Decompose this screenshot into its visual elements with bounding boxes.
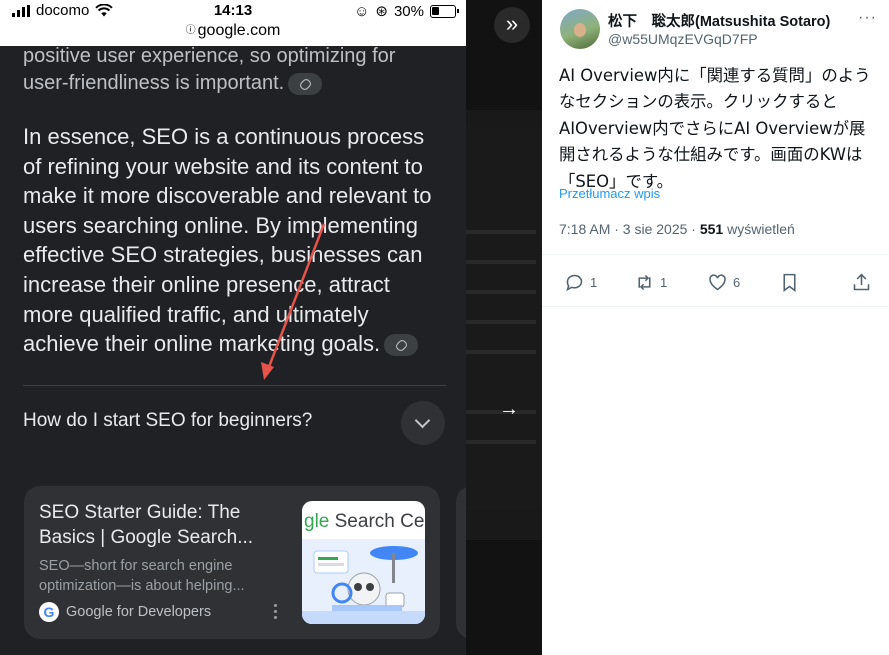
repost-count: 1 [660,275,668,290]
divider [542,254,889,255]
source-name: Google for Developers [66,604,212,620]
source-card[interactable]: SEO Starter Guide: The Basics | Google S… [24,486,440,639]
expand-question-chevron-icon[interactable] [401,401,445,445]
media-viewer-gutter: » → [466,0,542,655]
next-image-arrow-icon[interactable]: → [492,393,526,427]
divider [542,306,889,307]
reply-count: 1 [590,275,598,290]
tweet-panel: 松下 聡太郎(Matsushita Sotaro) @w55UMqzEVGqD7… [542,0,889,655]
phone-screenshot: docomo 14:13 ⓘ google.com ☺ ⊛ 30% positiv… [0,0,466,655]
url-text: google.com [197,22,281,39]
related-question[interactable]: How do I start SEO for beginners? [23,410,312,432]
tweet-meta: 7:18 AM · 3 sie 2025 · 551 wyświetleń [559,221,795,237]
avatar[interactable] [560,9,600,49]
source-card-thumbnail: gle Search Cen [302,501,425,624]
ai-overview-paragraph: In essence, SEO is a continuous process … [23,122,443,359]
google-logo-icon: G [39,602,59,622]
source-card-snippet: SEO—short for search engine optimization… [39,558,245,594]
battery-icon [430,4,459,18]
expand-icon[interactable]: » [494,7,530,43]
tweet-text: AI Overview内に「関連する質問」のようなセクションの表示。クリックする… [559,66,871,191]
tweet-actions: 1 1 6 [542,272,889,294]
citation-link-icon[interactable] [288,72,323,95]
share-button[interactable] [851,272,872,293]
face-icon: ☺ [354,2,370,20]
views-count: 551 [699,221,724,237]
share-icon [853,273,870,291]
next-source-card[interactable] [456,486,466,639]
author-handle[interactable]: @w55UMqzEVGqD7FP [608,31,758,47]
views-label: wyświetleń [723,221,795,237]
status-right: ☺ ⊛ 30% [354,2,459,20]
reply-icon [566,274,583,292]
search-robot-illustration [302,539,425,624]
reply-button[interactable]: 1 [564,272,597,293]
ai-overview-paragraph-partial: positive user experience, so optimizing … [23,43,443,97]
like-button[interactable]: 6 [707,272,740,293]
lock-icon: ⓘ [185,25,196,36]
citation-link-icon[interactable] [384,334,419,357]
more-options-icon[interactable]: ··· [858,9,877,27]
author-name[interactable]: 松下 聡太郎(Matsushita Sotaro) [608,10,830,31]
blurred-background-image [466,110,542,540]
paragraph-text: positive user experience, so optimizing … [23,45,396,94]
source-card-title[interactable]: SEO Starter Guide: The Basics | Google S… [39,500,289,550]
repost-icon [638,274,651,291]
repost-button[interactable]: 1 [634,272,667,293]
address-bar[interactable]: ⓘ google.com [0,21,466,40]
translate-link[interactable]: Przetłumacz wpis [559,186,660,201]
more-options-icon[interactable] [274,604,278,620]
status-bar: docomo 14:13 ⓘ google.com ☺ ⊛ 30% [0,0,466,46]
rotation-lock-icon: ⊛ [375,3,388,20]
battery-percent: 30% [393,2,424,20]
source-card-site: G Google for Developers [39,602,211,622]
divider [23,385,446,386]
bookmark-icon [783,273,796,292]
heart-icon [709,274,726,291]
paragraph-text: In essence, SEO is a continuous process … [23,124,432,357]
bookmark-button[interactable] [779,272,800,293]
tweet-timestamp[interactable]: 7:18 AM · 3 sie 2025 · [559,221,700,237]
like-count: 6 [733,275,741,290]
